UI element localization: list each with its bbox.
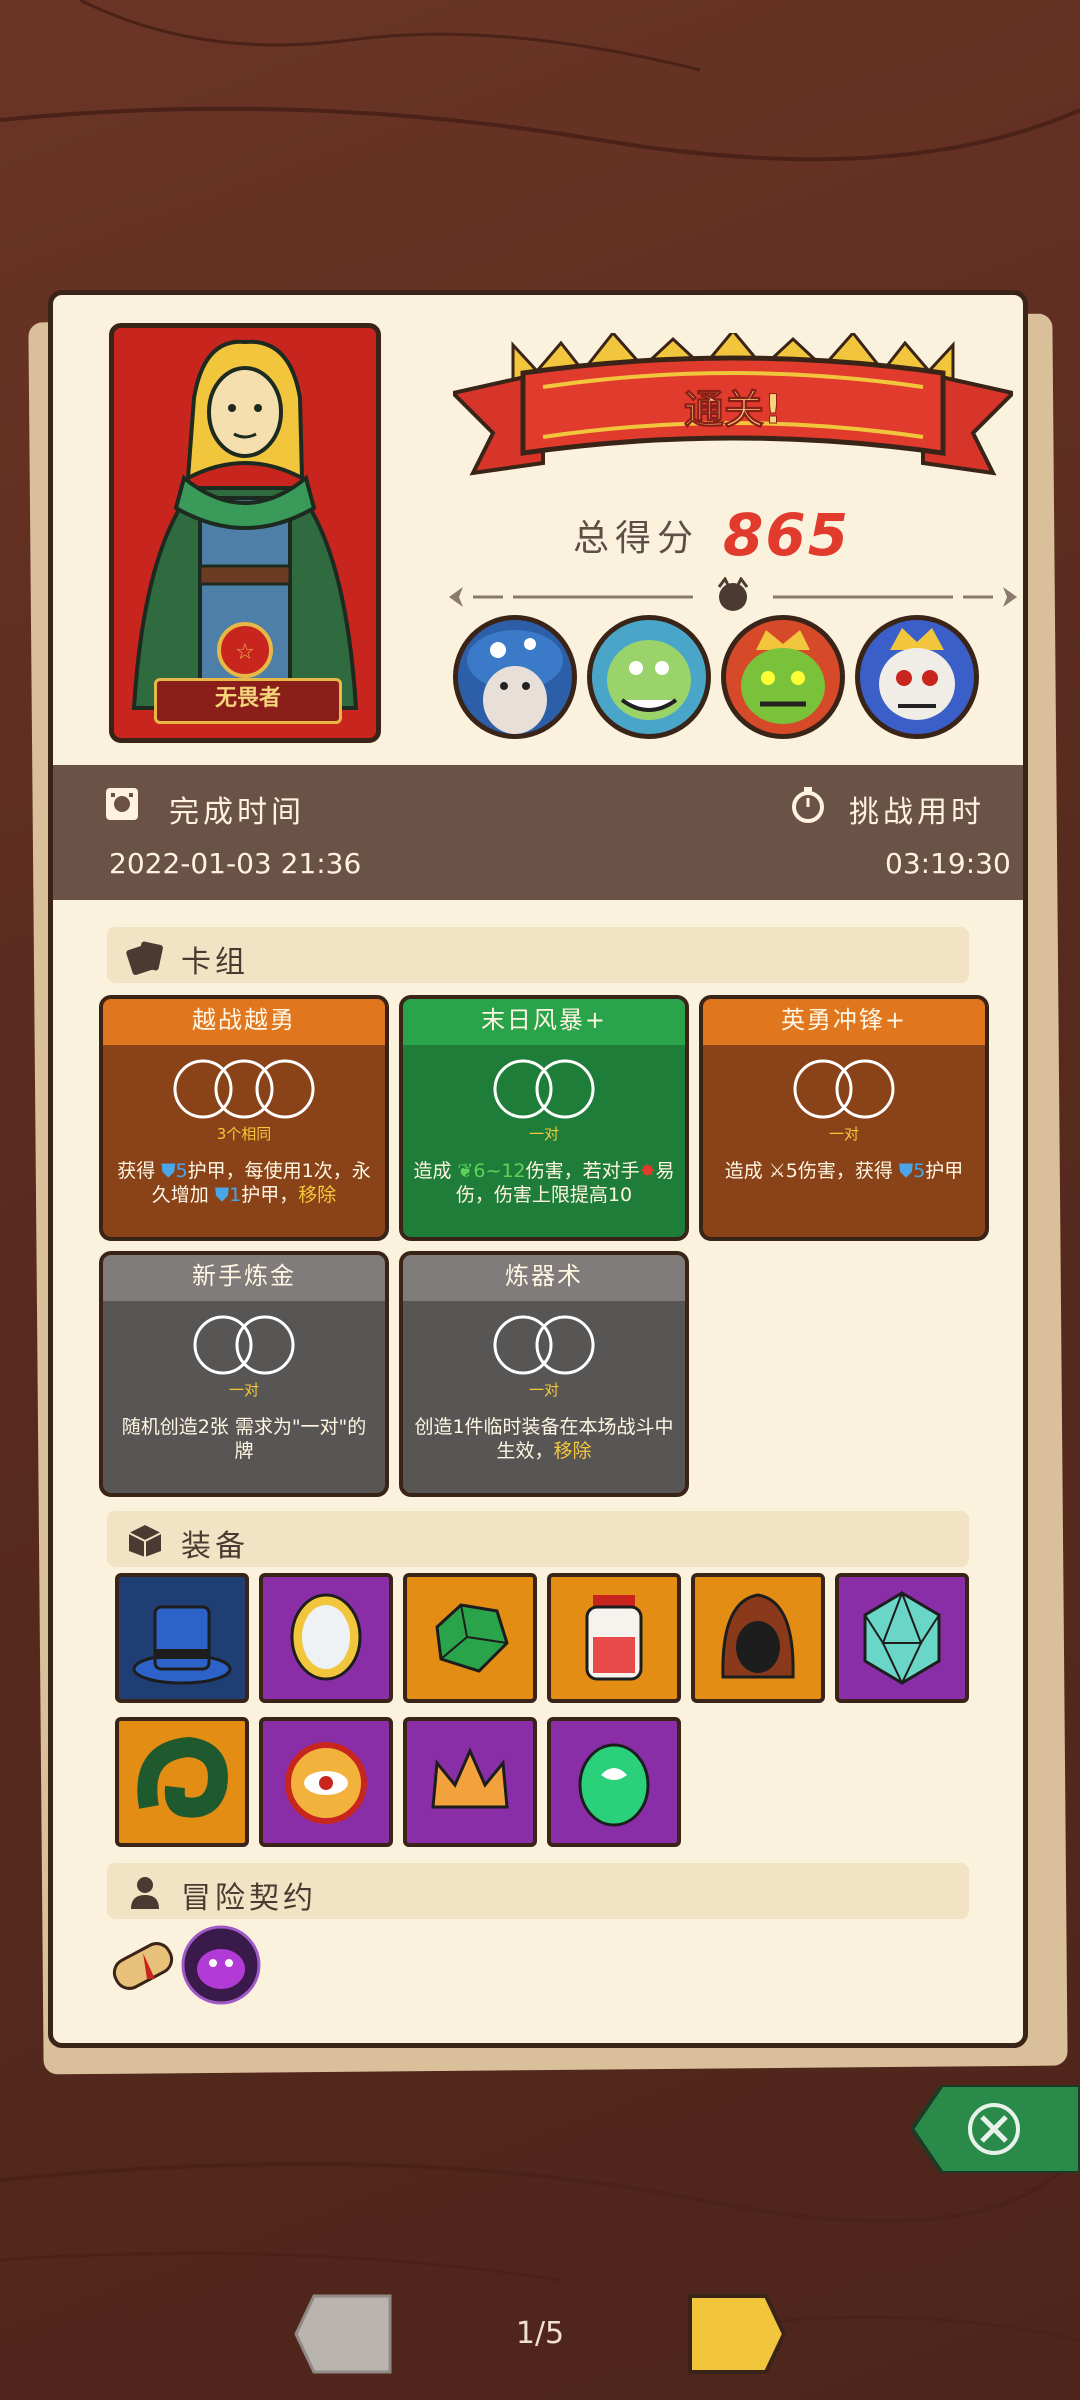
leaf-egg-icon[interactable] [547,1717,681,1847]
next-page-button[interactable] [684,2292,786,2376]
complete-time-label: 完成时间 [169,795,305,830]
crown-icon[interactable] [403,1717,537,1847]
challenge-time-value: 03:19:30 [885,847,1011,880]
magic-mirror-icon[interactable] [259,1573,393,1703]
card-requirement: 一对 [528,1381,559,1399]
equipment-title: 装备 [181,1529,249,1564]
deck-title: 卡组 [181,945,249,980]
card-description: 造成 ⚔5伤害，获得 ⛊5护甲 [724,1160,964,1182]
purple-monster-icon[interactable] [179,1923,263,2007]
score-label: 总得分 [573,518,700,559]
card-name: 新手炼金 [103,1255,385,1301]
dice-slot-icon [793,1059,895,1119]
top-hat-icon[interactable] [115,1573,249,1703]
svg-text:☆: ☆ [235,640,255,665]
deck-card[interactable]: 新手炼金 一对 随机创造2张 需求为"一对"的牌 [99,1251,389,1497]
result-card: ☆ 无畏者 通关! 总得分 865 完成时间 2022-01-03 21:36 … [48,290,1028,2048]
deck-card[interactable]: 英勇冲锋+ 一对 造成 ⚔5伤害，获得 ⛊5护甲 [699,995,989,1241]
calendar-icon [106,788,138,820]
horn-icon[interactable] [115,1717,249,1847]
green-lizard-boss-icon[interactable] [587,615,711,739]
dice-slot-icon [173,1059,315,1119]
green-gem-icon[interactable] [403,1573,537,1703]
page-indicator: 1/5 [515,2316,565,2351]
card-description: 获得 ⛊5护甲，每使用1次，永久增加 ⛊1护甲，移除 [117,1160,371,1206]
hero-portrait[interactable]: ☆ 无畏者 [109,323,381,743]
info-band: 完成时间 2022-01-03 21:36 挑战用时 03:19:30 [53,765,1023,900]
hood-icon[interactable] [691,1573,825,1703]
banner-text: 通关! [684,387,782,433]
skeleton-beast-boss-icon[interactable] [855,615,979,739]
mushroom-wizard-boss-icon[interactable] [453,615,577,739]
dice-slot-icon [493,1315,595,1375]
deck-card[interactable]: 越战越勇 3个相同 获得 ⛊5护甲，每使用1次，永久增加 ⛊1护甲，移除 [99,995,389,1241]
prev-page-button[interactable] [294,2292,396,2376]
deck-card[interactable]: 末日风暴+ 一对 造成 ❦6~12伤害，若对手✸易伤，伤害上限提高10 [399,995,689,1241]
card-description: 创造1件临时装备在本场战斗中生效，移除 [414,1416,674,1462]
deck-card[interactable]: 炼器术 一对 创造1件临时装备在本场战斗中生效，移除 [399,1251,689,1497]
scroll-icon[interactable] [103,1923,183,2007]
card-name: 炼器术 [403,1255,685,1301]
ornament-divider [449,577,1017,611]
potion-jar-icon[interactable] [547,1573,681,1703]
contract-title: 冒险契约 [181,1881,317,1916]
hero-name: 无畏者 [154,678,342,724]
complete-time-value: 2022-01-03 21:36 [109,847,362,880]
card-description: 随机创造2张 需求为"一对"的牌 [121,1416,367,1462]
stopwatch-icon [792,787,824,823]
card-requirement: 一对 [228,1381,259,1399]
card-name: 末日风暴+ [403,999,685,1045]
card-requirement: 3个相同 [216,1125,272,1143]
cards-icon [126,941,163,975]
card-requirement: 一对 [828,1125,859,1143]
card-description: 造成 ❦6~12伤害，若对手✸易伤，伤害上限提高10 [413,1160,675,1206]
equipment-section-header: 装备 [107,1511,969,1567]
person-icon [131,1877,159,1909]
score-value: 865 [723,501,851,569]
card-name: 英勇冲锋+ [703,999,985,1045]
victory-banner: 通关! [453,333,1013,476]
score-row: 总得分 865 [573,495,850,575]
challenge-time-label: 挑战用时 [849,795,985,830]
dice-slot-icon [493,1059,595,1119]
deck-section-header: 卡组 [107,927,969,983]
hero-icon: ☆ [131,339,359,710]
boss-list [453,615,1013,745]
close-button[interactable] [912,2085,1080,2173]
card-requirement: 一对 [528,1125,559,1143]
card-name: 越战越勇 [103,999,385,1045]
d20-dice-icon[interactable] [835,1573,969,1703]
contract-section-header: 冒险契约 [107,1863,969,1919]
box-icon [128,1525,162,1557]
dice-slot-icon [193,1315,295,1375]
fire-eye-icon[interactable] [259,1717,393,1847]
green-king-boss-icon[interactable] [721,615,845,739]
